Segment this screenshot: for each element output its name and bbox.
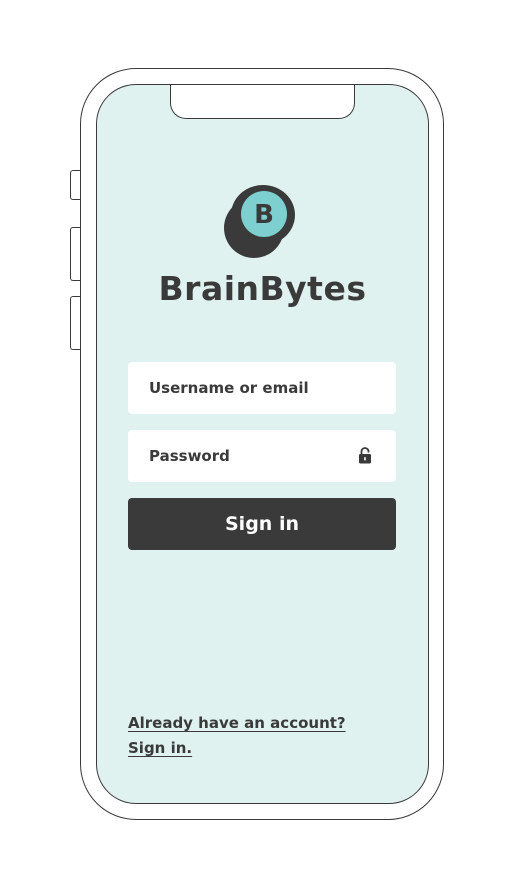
username-placeholder: Username or email xyxy=(149,379,309,397)
account-prompt-line2-wrap: Sign in. xyxy=(128,736,346,761)
brand-logo-icon: B xyxy=(224,185,295,258)
phone-notch xyxy=(170,85,355,119)
account-prompt-link[interactable]: Already have an account? Sign in. xyxy=(128,711,346,761)
signin-button-label: Sign in xyxy=(225,513,299,535)
phone-screen: B BrainBytes Username or email Password … xyxy=(96,84,429,804)
lock-icon xyxy=(359,447,371,464)
username-field[interactable]: Username or email xyxy=(128,362,396,414)
brand-logo-letter: B xyxy=(254,200,274,230)
signin-button[interactable]: Sign in xyxy=(128,498,396,550)
brand-name: BrainBytes xyxy=(158,269,367,308)
account-prompt-line1: Already have an account? xyxy=(128,714,346,732)
account-prompt-line1-wrap: Already have an account? xyxy=(128,711,346,736)
password-placeholder: Password xyxy=(149,447,230,465)
page-stage: B BrainBytes Username or email Password … xyxy=(0,0,520,890)
account-prompt-line2: Sign in. xyxy=(128,739,193,757)
password-field[interactable]: Password xyxy=(128,430,396,482)
